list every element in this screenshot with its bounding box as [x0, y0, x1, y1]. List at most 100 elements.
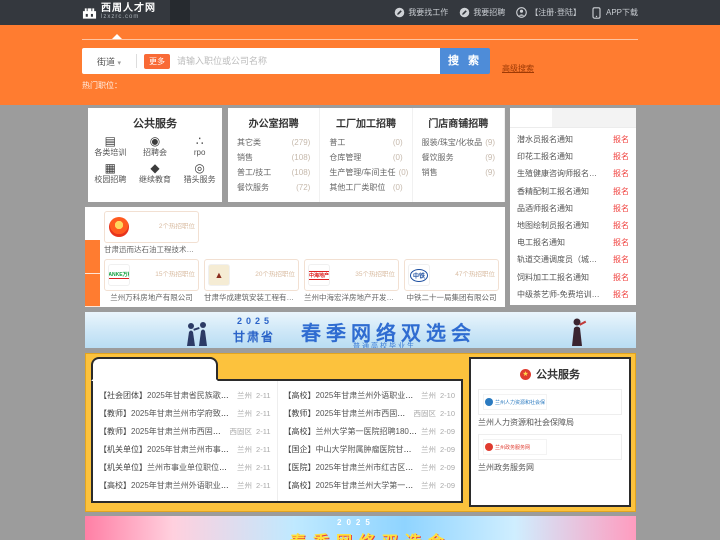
org-name[interactable]: 兰州人力资源和社会保障局: [478, 417, 622, 428]
spring-fair-banner[interactable]: 2025 甘肃省 春季网络双选会 普通高校毕业生: [85, 312, 636, 348]
nav-item[interactable]: [290, 0, 310, 25]
company-card[interactable]: VANKE万科 15个热招职位: [104, 259, 199, 291]
showcase-side-tab[interactable]: [85, 273, 100, 307]
apply-link[interactable]: 报名: [613, 168, 629, 179]
company-name[interactable]: 兰州中海宏洋房地产开发有...: [304, 291, 399, 304]
category-item[interactable]: 生产管理/车间主任 (0): [329, 165, 408, 180]
nav-item[interactable]: [230, 0, 250, 25]
nav-item[interactable]: [190, 0, 210, 25]
site-logo[interactable]: 西周人才网 lzxzrc.com: [82, 4, 156, 21]
company-name[interactable]: 甘肃迅而达石油工程技术服...: [104, 243, 199, 256]
jobs-tab[interactable]: [91, 357, 218, 381]
job-title-link[interactable]: 【机关单位】兰州市事业单位职位表下载地址2—: [99, 462, 234, 473]
category-item[interactable]: 销售 (108): [237, 150, 310, 165]
category-item[interactable]: 销售 (9): [422, 165, 495, 180]
org-name[interactable]: 兰州政务服务网: [478, 462, 622, 473]
jobs-tab[interactable]: [218, 357, 341, 381]
card-row: 2个热招职位 甘肃迅而达石油工程技术服...: [104, 211, 505, 259]
hot-count: 20个热招职位: [255, 271, 295, 278]
service-item[interactable]: 各类培训: [88, 135, 133, 158]
job-title-link[interactable]: 【高校】2025年甘肃兰州外语职业学院第—: [99, 480, 234, 491]
region-select[interactable]: 街道 ▾: [82, 55, 136, 68]
company-card[interactable]: ▲ 20个热招职位: [204, 259, 299, 291]
showcase-side-tab[interactable]: [85, 207, 100, 241]
apply-link[interactable]: 报名: [613, 203, 629, 214]
site-domain: lzxzrc.com: [101, 14, 140, 20]
service-item[interactable]: 猎头服务: [177, 162, 222, 185]
company-card[interactable]: 中海地产 35个热招职位: [304, 259, 399, 291]
job-tag: 【社会团体】: [99, 390, 147, 400]
notice-title[interactable]: 中级茶艺师-免费培训考...: [517, 289, 603, 300]
apply-link[interactable]: 报名: [613, 237, 629, 248]
category-item[interactable]: 普工/技工 (108): [237, 165, 310, 180]
find-job-link[interactable]: 我要找工作: [394, 7, 448, 18]
apply-link[interactable]: 报名: [613, 151, 629, 162]
search-input[interactable]: [177, 56, 440, 66]
nav-item[interactable]: [250, 0, 270, 25]
notice-title[interactable]: 电工报名通知: [517, 237, 565, 248]
topbar: 西周人才网 lzxzrc.com 我要找工作 我要招聘 【注册·登陆】 APP下…: [0, 0, 720, 25]
notice-title[interactable]: 香精配制工报名通知: [517, 186, 589, 197]
more-tag[interactable]: 更多: [144, 53, 170, 69]
notice-title[interactable]: 轨道交通调度员（城市...: [517, 254, 603, 265]
category-item[interactable]: 仓库管理 (0): [329, 150, 402, 165]
job-title-link[interactable]: 【教师】2025年甘肃兰州市学府致远学校—: [99, 408, 234, 419]
apply-link[interactable]: 报名: [613, 272, 629, 283]
job-title-link[interactable]: 【教师】2025年甘肃兰州市西固区面向全—: [284, 408, 411, 419]
nav-item[interactable]: [210, 0, 230, 25]
job-title-link[interactable]: 【机关单位】2025年甘肃兰州市事业单位职位—: [99, 444, 234, 455]
jobs-tab[interactable]: [340, 357, 463, 381]
job-title-link[interactable]: 【教师】2025年甘肃兰州市西固区面向全—: [99, 426, 227, 437]
category-item[interactable]: 普工 (0): [329, 135, 402, 150]
notice-title[interactable]: 饲料加工工报名通知: [517, 272, 589, 283]
apply-link[interactable]: 报名: [613, 134, 629, 145]
apply-link[interactable]: 报名: [613, 254, 629, 265]
register-login-link[interactable]: 【注册·登陆】: [516, 7, 581, 18]
job-title-link[interactable]: 【医院】2025年甘肃兰州市红古区兰炭医—: [284, 462, 418, 473]
org-card[interactable]: 兰州政务服务网: [478, 434, 622, 460]
category-label: 服装/珠宝/化妆品: [421, 138, 483, 147]
nav-item[interactable]: [270, 0, 290, 25]
apply-link[interactable]: 报名: [613, 220, 629, 231]
company-card[interactable]: 2个热招职位: [104, 211, 199, 243]
company-card[interactable]: 中铁 47个热招职位: [404, 259, 499, 291]
company-name[interactable]: 甘肃华成建筑安装工程有限...: [204, 291, 299, 304]
hire-link[interactable]: 我要招聘: [459, 7, 505, 18]
company-name[interactable]: 兰州万科房地产有限公司: [104, 291, 199, 304]
job-title-link[interactable]: 【社会团体】2025年甘肃省民族歌舞团招聘公告: [99, 390, 234, 401]
service-item[interactable]: rpo: [177, 135, 222, 158]
category-item[interactable]: 服装/珠宝/化妆品 (9): [422, 135, 495, 150]
notice-title[interactable]: 生殖健康咨询师报名通知: [517, 168, 603, 179]
company-name[interactable]: 中铁二十一局集团有限公司: [404, 291, 499, 304]
nav-item[interactable]: [170, 0, 190, 25]
category-item[interactable]: 其它类 (279): [237, 135, 310, 150]
notice-title[interactable]: 地图绘制员报名通知: [517, 220, 589, 231]
apply-link[interactable]: 报名: [613, 289, 629, 300]
notice-title[interactable]: 品酒师报名通知: [517, 203, 573, 214]
search-button[interactable]: 搜 索: [440, 48, 490, 74]
app-download-link[interactable]: APP下载: [592, 7, 638, 19]
apply-link[interactable]: 报名: [613, 186, 629, 197]
notices-tab[interactable]: [552, 108, 594, 127]
job-title-link[interactable]: 【国企】中山大学附属肿瘤医院甘肃医院—: [284, 444, 418, 455]
notice-title[interactable]: 印花工报名通知: [517, 151, 573, 162]
advanced-search-link[interactable]: 高级搜索: [502, 63, 534, 74]
job-title-link[interactable]: 【高校】兰州大学第一医院招聘180人公告: [284, 426, 418, 437]
service-item[interactable]: 继续教育: [133, 162, 178, 185]
category-item[interactable]: 餐饮服务 (9): [422, 150, 495, 165]
org-card[interactable]: 兰州人力资源和社会保障局: [478, 389, 622, 415]
showcase-side-tab[interactable]: [85, 240, 100, 274]
job-title-link[interactable]: 【高校】2025年甘肃兰州大学第一医院招—: [284, 480, 418, 491]
category-title: 工厂加工招聘: [335, 119, 396, 130]
notice-title[interactable]: 潜水员报名通知: [517, 134, 573, 145]
service-item[interactable]: 校园招聘: [88, 162, 133, 185]
service-item[interactable]: 招聘会: [133, 135, 178, 158]
notices-tab[interactable]: [594, 108, 636, 127]
chevron-down-icon: ▾: [117, 59, 122, 67]
category-item[interactable]: 餐饮服务 (72): [237, 180, 310, 195]
notices-tab[interactable]: [510, 108, 552, 127]
job-title-link[interactable]: 【高校】2025年甘肃兰州外语职业学院第—: [284, 390, 418, 401]
job-tag: 【高校】: [283, 426, 316, 436]
category-item[interactable]: 其他工厂类职位 (0): [329, 180, 402, 195]
bottom-fair-banner[interactable]: 2025 春季网络双选会: [85, 516, 636, 540]
